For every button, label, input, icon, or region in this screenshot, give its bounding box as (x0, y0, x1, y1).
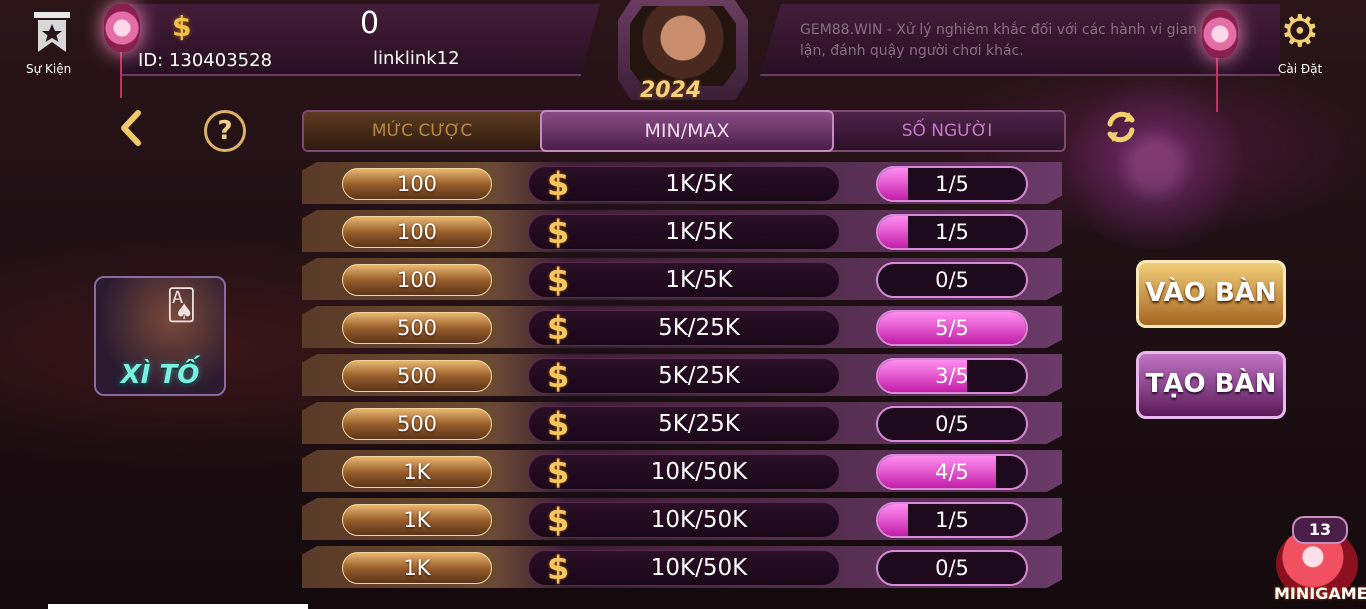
marquee-text: GEM88.WIN - Xử lý nghiêm khắc đối với cá… (800, 22, 1197, 59)
minmax-value: 10K/50K (650, 555, 748, 581)
minmax-box: $5K/25K (528, 357, 840, 395)
players-count: 0/5 (935, 268, 969, 292)
players-count: 1/5 (935, 220, 969, 244)
minmax-value: 5K/25K (658, 363, 740, 389)
players-count: 0/5 (935, 556, 969, 580)
players-bar: 1/5 (876, 214, 1028, 250)
chevron-left-icon (121, 110, 141, 146)
dollar-icon: $ (547, 357, 570, 395)
refresh-button[interactable] (1102, 108, 1140, 153)
player-id: ID: 130403528 (138, 50, 273, 71)
avatar[interactable] (630, 6, 736, 86)
bet-amount: 1K (342, 456, 492, 488)
bet-amount: 500 (342, 408, 492, 440)
players-bar: 4/5 (876, 454, 1028, 490)
table-row[interactable]: 100 $1K/5K 1/5 (302, 210, 1062, 252)
tab-players[interactable]: SỐ NGƯỜI (830, 112, 1064, 150)
minmax-box: $1K/5K (528, 261, 840, 299)
bet-amount: 100 (342, 264, 492, 296)
lantern-string (1216, 56, 1218, 112)
event-label: Sự Kiện (26, 62, 72, 76)
bet-amount: 500 (342, 360, 492, 392)
back-button[interactable] (118, 110, 144, 153)
dollar-icon: $ (547, 165, 570, 203)
players-bar: 3/5 (876, 358, 1028, 394)
table-row[interactable]: 500 $5K/25K 5/5 (302, 306, 1062, 348)
help-button[interactable]: ? (204, 110, 246, 152)
refresh-icon (1107, 111, 1135, 143)
lantern-string (120, 50, 122, 98)
minmax-value: 10K/50K (650, 507, 748, 533)
dollar-icon: $ (172, 10, 192, 43)
players-bar: 0/5 (876, 550, 1028, 586)
gear-icon[interactable]: ⚙ (1280, 8, 1319, 56)
player-name: linklink12 (373, 48, 460, 69)
star-icon (34, 12, 70, 52)
players-bar: 1/5 (876, 166, 1028, 202)
dollar-icon: $ (547, 405, 570, 443)
players-bar: 5/5 (876, 310, 1028, 346)
tab-minmax[interactable]: MIN/MAX (540, 110, 834, 152)
players-bar: 0/5 (876, 406, 1028, 442)
game-title: XÌ TỐ (120, 360, 200, 390)
bet-amount: 1K (342, 504, 492, 536)
table-row[interactable]: 100 $1K/5K 0/5 (302, 258, 1062, 300)
dollar-icon: $ (547, 549, 570, 587)
players-count: 1/5 (935, 172, 969, 196)
players-count: 3/5 (935, 364, 969, 388)
firework-decoration (1060, 80, 1250, 250)
join-table-button[interactable]: VÀO BÀN (1136, 260, 1286, 328)
table-row[interactable]: 500 $5K/25K 3/5 (302, 354, 1062, 396)
create-table-button[interactable]: TẠO BÀN (1136, 351, 1286, 419)
minmax-box: $1K/5K (528, 165, 840, 203)
dollar-icon: $ (547, 501, 570, 539)
minmax-value: 5K/25K (658, 411, 740, 437)
question-icon: ? (217, 116, 233, 146)
minmax-box: $10K/50K (528, 453, 840, 491)
minmax-box: $5K/25K (528, 309, 840, 347)
table-row[interactable]: 1K $10K/50K 0/5 (302, 546, 1062, 588)
players-bar: 1/5 (876, 502, 1028, 538)
year-badge: 2024 (640, 78, 702, 103)
dollar-icon: $ (547, 309, 570, 347)
minigame-button[interactable]: 13 MINIGAME (1262, 516, 1366, 609)
scroll-indicator (48, 604, 308, 609)
minigame-label: MINIGAME (1274, 584, 1366, 603)
minmax-box: $1K/5K (528, 213, 840, 251)
dollar-icon: $ (547, 453, 570, 491)
minmax-box: $10K/50K (528, 501, 840, 539)
playing-cards-icon: 🂡 (166, 288, 197, 323)
players-count: 4/5 (935, 460, 969, 484)
bet-amount: 100 (342, 168, 492, 200)
minmax-value: 1K/5K (665, 267, 733, 293)
minmax-box: $5K/25K (528, 405, 840, 443)
players-count: 5/5 (935, 316, 969, 340)
players-bar: 0/5 (876, 262, 1028, 298)
minmax-value: 10K/50K (650, 459, 748, 485)
bet-amount: 1K (342, 552, 492, 584)
table-row[interactable]: 500 $5K/25K 0/5 (302, 402, 1062, 444)
players-count: 1/5 (935, 508, 969, 532)
minmax-box: $10K/50K (528, 549, 840, 587)
dollar-icon: $ (547, 261, 570, 299)
players-count: 0/5 (935, 412, 969, 436)
lantern-icon (1202, 10, 1238, 58)
minmax-value: 5K/25K (658, 315, 740, 341)
bet-amount: 100 (342, 216, 492, 248)
bet-amount: 500 (342, 312, 492, 344)
minigame-count-badge: 13 (1292, 516, 1348, 544)
settings-label: Cài Đặt (1278, 62, 1323, 76)
game-card[interactable]: 🂡 XÌ TỐ (94, 276, 226, 396)
table-row[interactable]: 1K $10K/50K 4/5 (302, 450, 1062, 492)
minmax-value: 1K/5K (665, 171, 733, 197)
lantern-icon (104, 4, 140, 52)
event-button[interactable] (32, 10, 72, 54)
table-row[interactable]: 100 $1K/5K 1/5 (302, 162, 1062, 204)
dollar-icon: $ (547, 213, 570, 251)
minmax-value: 1K/5K (665, 219, 733, 245)
balance-value: 0 (360, 6, 380, 41)
table-row[interactable]: 1K $10K/50K 1/5 (302, 498, 1062, 540)
tab-bet[interactable]: MỨC CƯỢC (304, 112, 540, 150)
table-header: MỨC CƯỢC MIN/MAX SỐ NGƯỜI (302, 110, 1066, 152)
